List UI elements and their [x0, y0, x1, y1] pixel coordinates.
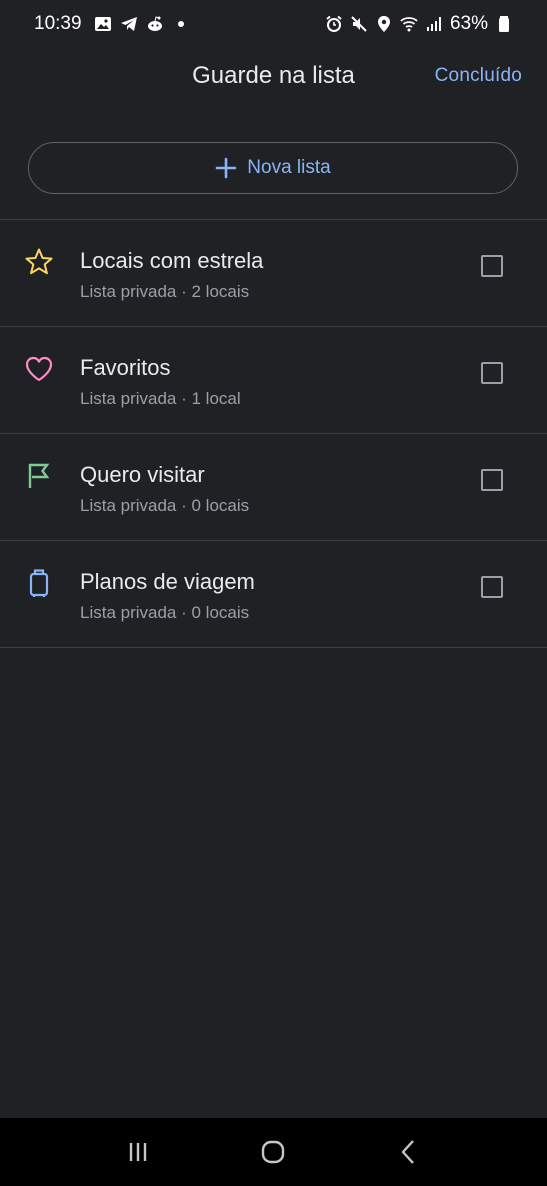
status-time: 10:39 — [34, 13, 82, 34]
plus-icon — [215, 157, 237, 179]
list-checkbox[interactable] — [481, 469, 503, 491]
battery-icon — [495, 15, 513, 33]
list-title: Favoritos — [80, 355, 171, 380]
home-icon[interactable] — [253, 1132, 293, 1172]
telegram-icon — [120, 15, 138, 33]
signal-icon — [425, 15, 443, 33]
list-title: Locais com estrela — [80, 248, 264, 273]
header: Guarde na lista Concluído — [0, 52, 547, 102]
list-subtitle: Lista privada · 0 locais — [80, 603, 250, 622]
status-right: 63% — [325, 13, 513, 35]
reddit-icon — [146, 15, 164, 33]
system-nav-bar — [0, 1118, 547, 1186]
new-list-button[interactable]: Nova lista — [28, 142, 518, 194]
list-title: Planos de viagem — [80, 569, 255, 594]
star-icon — [24, 247, 54, 277]
alarm-icon — [325, 15, 343, 33]
recent-apps-icon[interactable] — [118, 1132, 158, 1172]
done-button[interactable]: Concluído — [435, 65, 522, 87]
status-left: 10:39 — [34, 13, 190, 35]
list-checkbox[interactable] — [481, 576, 503, 598]
location-icon — [375, 15, 393, 33]
wifi-icon — [400, 15, 418, 33]
list-item-want-to-go[interactable]: Quero visitar Lista privada · 0 locais — [0, 434, 547, 541]
gallery-icon — [94, 15, 112, 33]
list-checkbox[interactable] — [481, 255, 503, 277]
list-item-starred[interactable]: Locais com estrela Lista privada · 2 loc… — [0, 220, 547, 327]
list-title: Quero visitar — [80, 462, 205, 487]
list-subtitle: Lista privada · 1 local — [80, 389, 241, 408]
suitcase-icon — [24, 568, 54, 598]
heart-icon — [24, 354, 54, 384]
battery-percentage: 63% — [449, 13, 488, 34]
saved-lists: Locais com estrela Lista privada · 2 loc… — [0, 219, 547, 648]
dot-icon — [172, 15, 190, 33]
new-list-label: Nova lista — [247, 157, 331, 178]
list-item-travel-plans[interactable]: Planos de viagem Lista privada · 0 locai… — [0, 541, 547, 648]
flag-icon — [24, 461, 54, 491]
list-subtitle: Lista privada · 2 locais — [80, 282, 250, 301]
list-item-favorites[interactable]: Favoritos Lista privada · 1 local — [0, 327, 547, 434]
mute-icon — [350, 15, 368, 33]
back-icon[interactable] — [389, 1132, 429, 1172]
status-bar: 10:39 63% — [0, 0, 547, 48]
list-checkbox[interactable] — [481, 362, 503, 384]
list-subtitle: Lista privada · 0 locais — [80, 496, 250, 515]
screen: 10:39 63% Guarde na lista Concluído Nova… — [0, 0, 547, 1186]
